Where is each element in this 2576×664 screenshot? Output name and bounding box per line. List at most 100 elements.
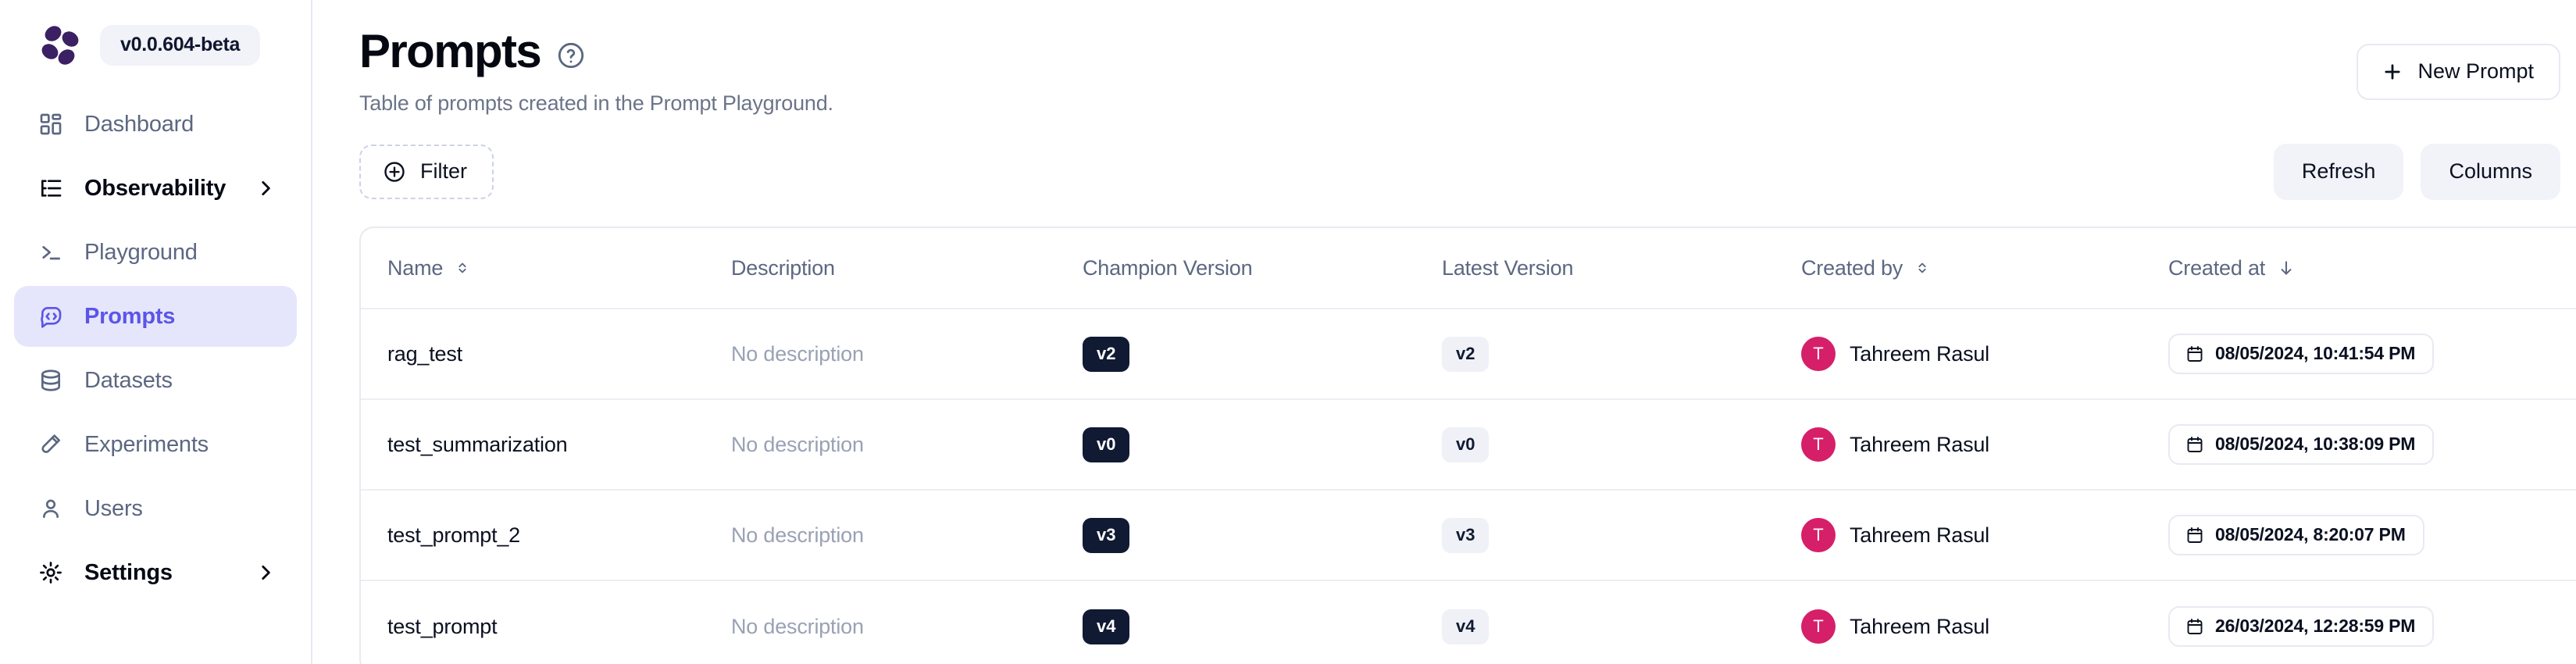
chevron-right-icon[interactable] bbox=[255, 177, 277, 199]
page-header: Prompts Table of prompts created in the … bbox=[312, 0, 2576, 116]
version-badge: v0.0.604-beta bbox=[100, 25, 261, 66]
filter-label: Filter bbox=[420, 159, 467, 183]
latest-version-badge: v2 bbox=[1442, 336, 1490, 372]
brand-row: v0.0.604-beta bbox=[0, 0, 311, 72]
help-circle-icon[interactable] bbox=[556, 41, 586, 70]
sidebar-item-label: Experiments bbox=[84, 431, 209, 457]
columns-button[interactable]: Columns bbox=[2421, 144, 2560, 200]
cell-champion-version: v4 bbox=[1056, 609, 1415, 644]
created-at-pill: 08/05/2024, 10:41:54 PM bbox=[2168, 334, 2435, 374]
cell-created-at: 08/05/2024, 10:41:54 PM bbox=[2142, 334, 2576, 374]
cluster-logo-icon bbox=[37, 23, 83, 67]
sidebar-nav: Dashboard Observability Playground Promp… bbox=[0, 72, 311, 603]
avatar: T bbox=[1801, 337, 1836, 371]
avatar: T bbox=[1801, 609, 1836, 644]
table-row[interactable]: rag_test No description v2 v2 T Tahreem … bbox=[361, 309, 2576, 400]
cell-name: test_prompt bbox=[361, 615, 705, 639]
chevron-right-icon[interactable] bbox=[255, 562, 277, 584]
column-header-created-by[interactable]: Created by bbox=[1775, 256, 2142, 280]
cell-description: No description bbox=[705, 433, 1056, 457]
created-by-name: Tahreem Rasul bbox=[1850, 432, 1989, 456]
refresh-button[interactable]: Refresh bbox=[2273, 144, 2404, 200]
column-header-champion-version[interactable]: Champion Version bbox=[1056, 256, 1415, 280]
cell-name: rag_test bbox=[361, 342, 705, 366]
sidebar-item-playground[interactable]: Playground bbox=[14, 222, 297, 283]
sidebar-item-label: Prompts bbox=[84, 303, 176, 329]
cell-created-by: T Tahreem Rasul bbox=[1775, 518, 2142, 552]
column-header-description[interactable]: Description bbox=[705, 256, 1056, 280]
cell-latest-version: v3 bbox=[1415, 517, 1775, 553]
column-header-label: Latest Version bbox=[1442, 255, 1574, 280]
created-at-text: 26/03/2024, 12:28:59 PM bbox=[2215, 616, 2416, 636]
sidebar-item-experiments[interactable]: Experiments bbox=[14, 414, 297, 475]
cell-description: No description bbox=[705, 523, 1056, 548]
list-tree-icon bbox=[36, 173, 66, 203]
cell-description: No description bbox=[705, 615, 1056, 639]
table-row[interactable]: test_prompt_2 No description v3 v3 T Tah… bbox=[361, 491, 2576, 581]
column-header-latest-version[interactable]: Latest Version bbox=[1415, 256, 1775, 280]
prompt-description: No description bbox=[731, 341, 864, 366]
cell-created-at: 26/03/2024, 12:28:59 PM bbox=[2142, 606, 2576, 647]
cell-name: test_prompt_2 bbox=[361, 523, 705, 548]
table-header-row: Name Description Champion Version Latest… bbox=[361, 228, 2576, 309]
latest-version-badge: v4 bbox=[1442, 609, 1490, 644]
sidebar-item-dashboard[interactable]: Dashboard bbox=[14, 94, 297, 155]
prompt-name: test_summarization bbox=[387, 432, 568, 456]
created-at-pill: 08/05/2024, 10:38:09 PM bbox=[2168, 424, 2435, 465]
sidebar-item-observability[interactable]: Observability bbox=[14, 158, 297, 219]
sidebar-item-label: Users bbox=[84, 495, 143, 521]
new-prompt-button[interactable]: New Prompt bbox=[2357, 44, 2560, 100]
sidebar-item-prompts[interactable]: Prompts bbox=[14, 286, 297, 347]
database-icon bbox=[36, 366, 66, 395]
cell-created-at: 08/05/2024, 10:38:09 PM bbox=[2142, 424, 2576, 465]
prompts-table: Name Description Champion Version Latest… bbox=[359, 227, 2576, 664]
test-tube-icon bbox=[36, 430, 66, 459]
page-header-actions: New Prompt bbox=[2357, 27, 2576, 100]
sort-descending-icon[interactable] bbox=[2276, 258, 2296, 278]
new-prompt-label: New Prompt bbox=[2417, 59, 2534, 83]
page-title: Prompts bbox=[359, 25, 542, 77]
prompt-name: rag_test bbox=[387, 341, 462, 366]
table-row[interactable]: test_summarization No description v0 v0 … bbox=[361, 400, 2576, 491]
champion-version-badge: v4 bbox=[1083, 609, 1130, 644]
plus-icon bbox=[2382, 61, 2403, 83]
column-header-label: Champion Version bbox=[1083, 255, 1253, 280]
champion-version-badge: v0 bbox=[1083, 427, 1130, 462]
table-row[interactable]: test_prompt No description v4 v4 T Tahre… bbox=[361, 581, 2576, 664]
column-header-created-at[interactable]: Created at bbox=[2142, 256, 2576, 280]
created-at-text: 08/05/2024, 10:38:09 PM bbox=[2215, 434, 2416, 454]
created-at-text: 08/05/2024, 8:20:07 PM bbox=[2215, 524, 2406, 544]
cell-champion-version: v0 bbox=[1056, 427, 1415, 462]
cell-name: test_summarization bbox=[361, 433, 705, 457]
sort-toggle-icon[interactable] bbox=[454, 259, 471, 277]
champion-version-badge: v2 bbox=[1083, 336, 1130, 372]
sidebar-item-datasets[interactable]: Datasets bbox=[14, 350, 297, 411]
sidebar-item-label: Datasets bbox=[84, 367, 173, 393]
sort-toggle-icon[interactable] bbox=[1914, 259, 1931, 277]
calendar-icon bbox=[2185, 526, 2204, 544]
app-root: v0.0.604-beta Dashboard Observability Pl… bbox=[0, 0, 2576, 664]
toolbar-right-actions: Refresh Columns bbox=[2273, 144, 2560, 200]
column-header-label: Name bbox=[387, 255, 444, 280]
champion-version-badge: v3 bbox=[1083, 517, 1130, 553]
created-at-text: 08/05/2024, 10:41:54 PM bbox=[2215, 343, 2416, 363]
cell-created-by: T Tahreem Rasul bbox=[1775, 427, 2142, 462]
sidebar-item-users[interactable]: Users bbox=[14, 478, 297, 539]
cell-latest-version: v4 bbox=[1415, 609, 1775, 644]
main-content: Prompts Table of prompts created in the … bbox=[312, 0, 2576, 664]
terminal-icon bbox=[36, 237, 66, 267]
column-header-name[interactable]: Name bbox=[361, 256, 705, 280]
prompt-description: No description bbox=[731, 614, 864, 638]
title-row: Prompts bbox=[359, 27, 833, 76]
filter-button[interactable]: Filter bbox=[359, 145, 494, 199]
circle-plus-icon bbox=[383, 160, 406, 184]
page-header-text: Prompts Table of prompts created in the … bbox=[359, 27, 833, 116]
sidebar-item-label: Observability bbox=[84, 175, 227, 201]
sidebar-item-settings[interactable]: Settings bbox=[14, 542, 297, 603]
prompt-name: test_prompt bbox=[387, 614, 498, 638]
prompt-description: No description bbox=[731, 523, 864, 547]
sidebar: v0.0.604-beta Dashboard Observability Pl… bbox=[0, 0, 312, 664]
gear-icon bbox=[36, 558, 66, 587]
created-by-name: Tahreem Rasul bbox=[1850, 523, 1989, 547]
column-header-label: Description bbox=[731, 255, 835, 280]
